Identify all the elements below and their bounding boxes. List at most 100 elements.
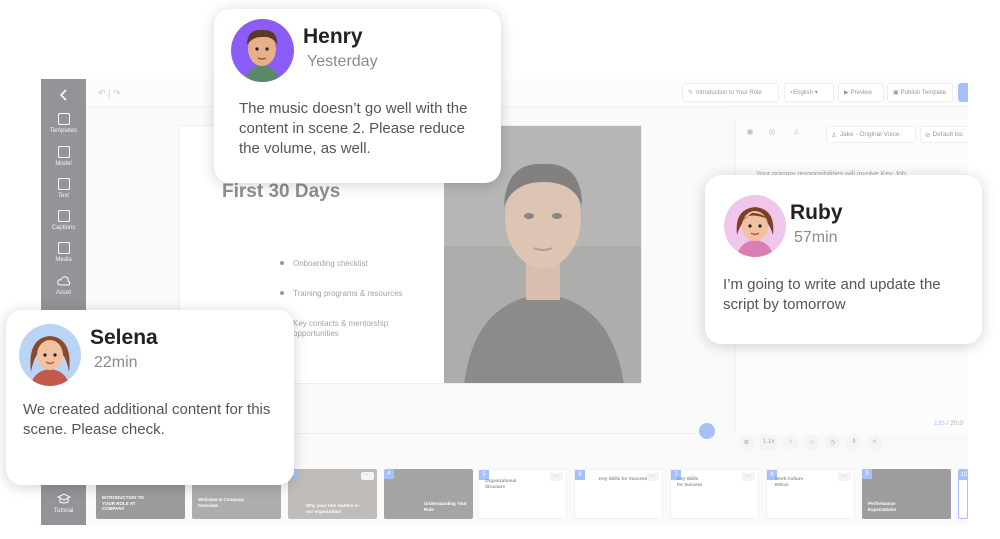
scene-title: Work Culture Ethics [775, 476, 804, 487]
sidebar-item-tutorial[interactable]: Tutorial [41, 493, 86, 523]
scene-title: Performance Expectations [868, 501, 897, 512]
sidebar-item-asset[interactable]: Asset [41, 275, 86, 305]
scene-thumbnail[interactable]: 10 [958, 469, 968, 519]
sidebar-item-label: Tutorial [53, 508, 74, 514]
sidebar-item-model[interactable]: Model [41, 146, 86, 176]
chevron-left-icon [59, 89, 67, 101]
playback-button[interactable] [699, 423, 715, 439]
scene-title: Organizational Structure [485, 478, 517, 489]
default-locale-select[interactable]: ⊘ Default loc [920, 126, 968, 143]
undo-icon[interactable]: ↶ | ↷ [98, 88, 120, 99]
clock-icon[interactable]: ◷ [825, 434, 841, 450]
model-icon [57, 146, 70, 158]
locale-icon: ⊘ [925, 131, 931, 139]
scene-number: 10 [959, 470, 968, 480]
publish-label: Publish Template [900, 89, 947, 96]
language-label: English [793, 89, 813, 96]
scene-title: Understanding Your Role [424, 501, 467, 512]
scene-number: 9 [862, 469, 872, 479]
sidebar-item-label: Media [55, 257, 72, 263]
scene-title: Key Skills for Success [677, 476, 703, 487]
sidebar-item-captions[interactable]: Captions [41, 210, 86, 240]
sidebar-item-text[interactable]: Text [41, 178, 86, 208]
more-icon[interactable]: ··· [742, 473, 755, 481]
sidebar-item-templates[interactable]: Templates [41, 113, 86, 143]
scene-thumbnail[interactable]: 3 ··· Why your role matters in our organ… [288, 469, 377, 519]
slide-bullets: Onboarding checklist Training programs &… [280, 259, 403, 349]
avatar-ruby [724, 195, 786, 257]
avatar-henry [231, 19, 294, 82]
character-count: 135 / 20,0 [934, 420, 963, 427]
voice-label: Jake - Original Voice [839, 131, 900, 138]
language-select[interactable]: ▪ English ▾ [784, 83, 834, 102]
sidebar-item-media[interactable]: Media [41, 242, 86, 272]
sidebar-item-label: Captions [51, 225, 76, 231]
script-tools: ⚙ 1.1x ♪ ☆ ◷ ‖ ♬ [735, 431, 968, 453]
scene-title: Why your role matters in our organizatio… [306, 503, 359, 514]
settings-icon[interactable]: ⚙ [739, 434, 754, 450]
edit-icon: ✎ [688, 90, 694, 96]
publish-icon: ▣ [893, 90, 899, 96]
comment-author: Ruby [790, 201, 843, 224]
media-icon [57, 242, 70, 254]
script-panel-tabs: ◉ ◎ ♫ ♙ Jake - Original Voice ⊘ Default … [736, 123, 968, 145]
voice-icon: ♙ [831, 131, 837, 139]
play-icon: ▶ [844, 90, 849, 96]
scene-thumbnail[interactable]: 4 Understanding Your Role [384, 469, 473, 519]
volume-icon[interactable]: ♬ [867, 434, 883, 450]
slide-title[interactable]: First 30 Days [222, 181, 340, 203]
comment-message: We created additional content for this s… [23, 401, 271, 438]
slide-bullet: Training programs & resources [280, 289, 403, 319]
scene-number: 4 [384, 469, 394, 479]
comment-card-ruby: Ruby 57min I’m going to write and update… [705, 175, 982, 344]
scene-title: Welcome & Company Overview [198, 497, 244, 508]
sidebar-item-label: Model [55, 161, 72, 167]
scene-thumbnail[interactable]: 8 ··· Work Culture Ethics [766, 469, 855, 519]
emotion-icon[interactable]: ☆ [804, 434, 820, 450]
sidebar-item-label: Text [57, 193, 69, 199]
character-count-value: 135 [934, 420, 945, 427]
more-icon[interactable]: ··· [361, 472, 374, 480]
scene-thumbnail[interactable]: 7 ··· Key Skills for Success [670, 469, 759, 519]
text-icon [57, 178, 70, 190]
project-title-button[interactable]: ✎ Introduction to Your Role [682, 83, 779, 102]
pause-icon[interactable]: ‖ [846, 434, 862, 450]
comment-time: 22min [94, 354, 138, 371]
scene-thumbnail[interactable]: 6 ··· Key Skills for Success [574, 469, 663, 519]
speed-button[interactable]: 1.1x [760, 434, 778, 450]
ruby-avatar-image [724, 195, 786, 257]
preview-button[interactable]: ▶ Preview [838, 83, 884, 102]
scene-title: INTRODUCTION TO YOUR ROLE AT COMPANY [102, 495, 144, 511]
playback-track[interactable] [236, 433, 696, 434]
captions-icon [57, 210, 70, 222]
avatar-selena [19, 324, 81, 386]
preview-label: Preview [850, 89, 872, 96]
scene-thumbnail[interactable]: 5 ··· Organizational Structure [478, 469, 567, 519]
music-icon[interactable]: ♪ [783, 434, 799, 450]
flag-icon: ▪ [790, 89, 793, 96]
more-icon[interactable]: ··· [838, 473, 851, 481]
tab-avatar-icon[interactable]: ◉ [742, 127, 758, 141]
comment-message: I’m going to write and update the script… [723, 276, 941, 313]
comment-author: Henry [303, 25, 363, 48]
sidebar-item-label: Templates [49, 128, 78, 134]
back-button[interactable] [41, 83, 86, 107]
comment-time: Yesterday [307, 53, 378, 70]
project-title: Introduction to Your Role [696, 89, 762, 96]
default-locale-label: Default loc [932, 131, 964, 138]
scene-thumbnail[interactable]: 9 Performance Expectations [862, 469, 951, 519]
tab-people-icon[interactable]: ◎ [764, 127, 780, 141]
more-icon[interactable]: ··· [550, 473, 563, 481]
tab-microphone-icon[interactable]: ♫ [788, 127, 804, 141]
voice-select[interactable]: ♙ Jake - Original Voice [826, 126, 916, 143]
comment-message: The music doesn’t go well with the conte… [239, 100, 468, 157]
sidebar-item-label: Asset [55, 290, 71, 296]
comment-card-henry: Henry Yesterday The music doesn’t go wel… [214, 9, 501, 183]
comment-time: 57min [794, 229, 838, 246]
asset-icon [56, 276, 70, 286]
screen: Templates Model Text Captions Media Asse… [0, 0, 1000, 539]
publish-template-button[interactable]: ▣ Publish Template [887, 83, 953, 102]
slide-bullet: Key contacts & mentorship opportunities [280, 319, 400, 349]
graduation-cap-icon [56, 493, 71, 504]
export-button[interactable] [958, 83, 968, 102]
